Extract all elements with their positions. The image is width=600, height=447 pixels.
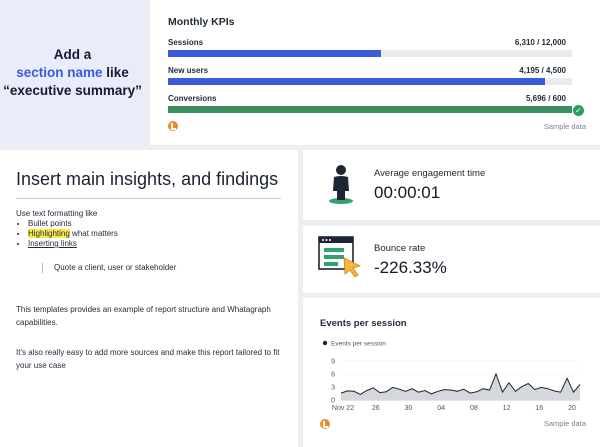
list-item: Inserting links xyxy=(28,239,282,249)
sample-data-label: Sample data xyxy=(543,419,586,428)
data-source-icon[interactable] xyxy=(320,419,330,429)
x-tick-label: 04 xyxy=(437,405,445,412)
legend-marker xyxy=(322,340,328,346)
section-line-3: “executive summary” xyxy=(3,82,142,98)
kpi-row-conversions: Conversions 5,696 / 600 ✓ xyxy=(168,94,584,116)
kpi-title: Monthly KPIs xyxy=(168,16,235,28)
insights-card: Insert main insights, and findings Use t… xyxy=(0,150,298,447)
x-tick-label: 08 xyxy=(470,405,478,412)
kpi-footer: Sample data xyxy=(168,121,586,131)
y-tick-label: 6 xyxy=(331,372,335,379)
bounce-rate-label: Bounce rate xyxy=(374,243,426,254)
kpi-progress-track xyxy=(168,78,572,85)
x-tick-label: Nov 22 xyxy=(332,405,354,412)
x-tick-label: 12 xyxy=(503,405,511,412)
kpi-value: 4,195 / 4,500 xyxy=(519,66,566,75)
bounce-rate-card: Bounce rate -226.33% xyxy=(303,226,600,293)
browser-cursor-icon xyxy=(318,236,362,278)
quote-block: Quote a client, user or stakeholder xyxy=(42,263,282,273)
y-tick-label: 9 xyxy=(331,359,335,366)
list-item: Highlighting what matters xyxy=(28,229,282,239)
kpi-row-sessions: Sessions 6,310 / 12,000 xyxy=(168,38,582,57)
list-item-rest: what matters xyxy=(69,229,118,238)
series-area xyxy=(341,374,580,400)
data-source-icon[interactable] xyxy=(168,121,178,131)
x-tick-label: 30 xyxy=(405,405,413,412)
section-line-2: section name like xyxy=(3,64,142,82)
engagement-label: Average engagement time xyxy=(374,168,486,179)
x-tick-label: 20 xyxy=(568,405,576,412)
bounce-rate-value: -226.33% xyxy=(374,258,447,277)
section-line-2-rest: like xyxy=(102,64,129,80)
title-divider xyxy=(16,198,281,199)
section-name-card: Add a section name like “executive summa… xyxy=(0,0,145,145)
paragraph-1: This templates provides an example of re… xyxy=(16,305,271,327)
y-tick-label: 3 xyxy=(331,385,335,392)
paragraph-2: It's also really easy to add more source… xyxy=(16,348,280,370)
kpi-card: Monthly KPIs Sessions 6,310 / 12,000 New … xyxy=(150,0,600,145)
kpi-label: New users xyxy=(168,66,209,75)
kpi-row-new-users: New users 4,195 / 4,500 xyxy=(168,66,582,85)
kpi-progress-track xyxy=(168,106,572,113)
inserting-links-link[interactable]: Inserting links xyxy=(28,239,77,248)
insights-title[interactable]: Insert main insights, and findings xyxy=(16,168,282,191)
kpi-progress-fill xyxy=(168,106,572,113)
legend-label: Events per session xyxy=(331,341,386,348)
check-circle-icon: ✓ xyxy=(573,105,584,116)
section-name-highlight: section name xyxy=(16,64,103,80)
kpi-progress-fill xyxy=(168,50,381,57)
events-per-session-card: Events per session Events per session 0 3 6… xyxy=(303,298,600,447)
section-line-1: Add a xyxy=(53,46,92,62)
engagement-value: 00:00:01 xyxy=(374,183,441,202)
bullet-list: Bullet points Highlighting what matters … xyxy=(28,219,282,249)
y-tick-label: 0 xyxy=(331,398,335,405)
list-item: Bullet points xyxy=(28,219,282,229)
kpi-label: Conversions xyxy=(168,94,217,103)
kpi-progress-fill xyxy=(168,78,545,85)
kpi-value: 5,696 / 600 xyxy=(525,94,566,103)
section-name-text: Add a section name like “executive summa… xyxy=(3,46,142,100)
person-icon xyxy=(329,165,353,204)
kpi-label: Sessions xyxy=(168,38,204,47)
highlighted-text: Highlighting xyxy=(28,229,70,238)
x-tick-label: 16 xyxy=(535,405,543,412)
sample-data-label: Sample data xyxy=(543,121,586,131)
engagement-card: Average engagement time 00:00:01 xyxy=(303,150,600,220)
x-tick-label: 26 xyxy=(372,405,380,412)
formatting-intro: Use text formatting like xyxy=(16,209,98,218)
kpi-progress-track xyxy=(168,50,572,57)
kpi-value: 6,310 / 12,000 xyxy=(514,38,566,47)
